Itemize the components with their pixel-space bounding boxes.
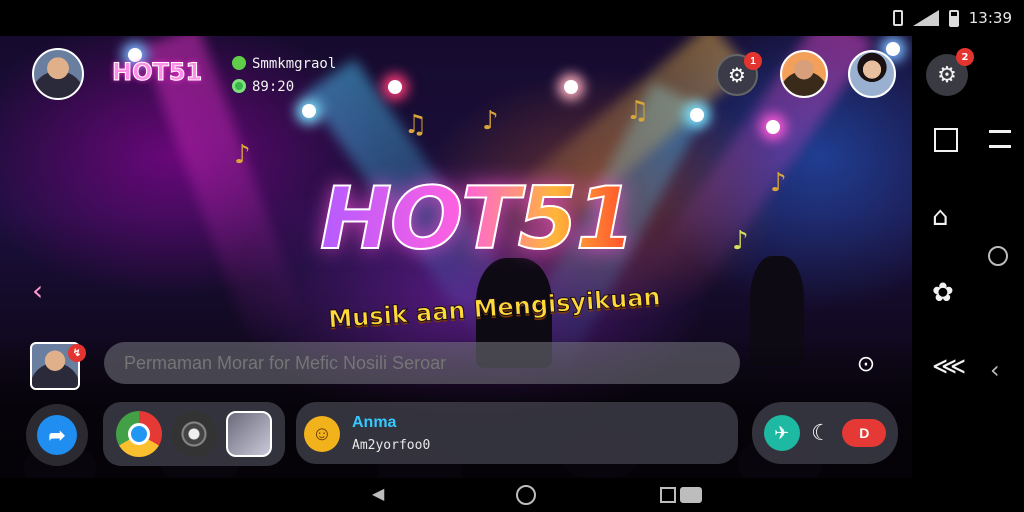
stage-spotlight: [886, 42, 900, 56]
music-note-icon: ♫: [626, 96, 650, 126]
stage-spotlight: [690, 108, 704, 122]
circle-icon[interactable]: [988, 246, 1008, 266]
app-dock: [103, 402, 285, 466]
host-avatar[interactable]: [32, 48, 84, 100]
square-icon[interactable]: [934, 128, 958, 152]
chat-message-text: Am2yorfoo0: [352, 438, 431, 453]
live-timer: 89:20: [252, 79, 295, 95]
stage-spotlight: [564, 80, 578, 94]
stage-spotlight: [388, 80, 402, 94]
status-bar: 13:39: [0, 0, 1024, 36]
share-button[interactable]: ➦: [26, 404, 88, 466]
music-note-icon: ♪: [732, 226, 749, 256]
chat-sender-name: Anma: [352, 414, 397, 431]
guest-avatar[interactable]: [780, 50, 828, 98]
hero-title: HOT51: [319, 169, 636, 269]
status-time: 13:39: [968, 9, 1012, 27]
twitter-icon[interactable]: ✈: [763, 415, 800, 451]
puzzle-icon[interactable]: ✿: [932, 278, 954, 308]
nav-back-icon[interactable]: ◀: [372, 484, 384, 503]
message-input[interactable]: [104, 342, 740, 384]
notification-badge: 2: [956, 48, 974, 66]
chat-preview-row: Smmkmgraol: [232, 53, 336, 76]
notification-badge: 1: [744, 52, 762, 70]
stage-spotlight: [302, 104, 316, 118]
gift-button[interactable]: ⊙: [846, 344, 886, 384]
side-panel: ⚙ 2 ⌂ ✿ ⋘ ‹: [912, 36, 1024, 478]
status-icons: 13:39: [892, 9, 1012, 27]
tab-icon[interactable]: [989, 130, 1011, 148]
stage-spotlight: [766, 120, 780, 134]
sender-badge-icon: ↯: [68, 344, 86, 362]
vibrate-icon: [892, 10, 903, 26]
live-dot-icon: [232, 79, 246, 93]
vinyl-icon[interactable]: [170, 411, 217, 457]
share-icon[interactable]: ⋘: [932, 352, 966, 380]
navigation-bar: ◀: [0, 478, 1024, 512]
call-icon[interactable]: ☾: [811, 421, 831, 446]
nav-recents-icon[interactable]: [660, 487, 706, 503]
timer-row: 89:20: [232, 76, 336, 99]
back-arrow-icon[interactable]: ‹: [32, 274, 43, 307]
live-info: Smmkmgraol 89:20: [232, 53, 336, 99]
share-arrow-icon: ➦: [37, 415, 77, 455]
music-note-icon: ♪: [770, 168, 787, 198]
live-button[interactable]: D: [842, 419, 887, 447]
signal-icon: [912, 10, 939, 26]
music-note-icon: ♫: [404, 110, 428, 140]
chat-card[interactable]: ☺ Anma Am2yorfoo0: [296, 402, 738, 464]
battery-icon: [948, 9, 959, 27]
social-actions: ✈ ☾ D: [752, 402, 898, 464]
gift-icon: ⊙: [856, 351, 876, 377]
chat-dot-icon: [232, 56, 246, 70]
music-note-icon: ♪: [482, 106, 499, 136]
guest-avatar[interactable]: [848, 50, 896, 98]
chrome-icon[interactable]: [115, 411, 162, 457]
chat-bubble-icon: ☺: [304, 416, 340, 452]
hub-button[interactable]: ⚙ 1: [716, 52, 762, 96]
photo-icon[interactable]: [226, 411, 273, 457]
nav-home-icon[interactable]: [516, 485, 536, 505]
hub-icon: ⚙: [728, 63, 746, 87]
settings-icon[interactable]: ⚙ 2: [926, 48, 974, 96]
music-note-icon: ♪: [234, 140, 251, 170]
home-icon[interactable]: ⌂: [932, 202, 949, 232]
app-logo: HOT51: [111, 58, 203, 87]
collapse-icon[interactable]: ‹: [990, 356, 1000, 384]
chat-preview: Smmkmgraol: [252, 56, 337, 72]
